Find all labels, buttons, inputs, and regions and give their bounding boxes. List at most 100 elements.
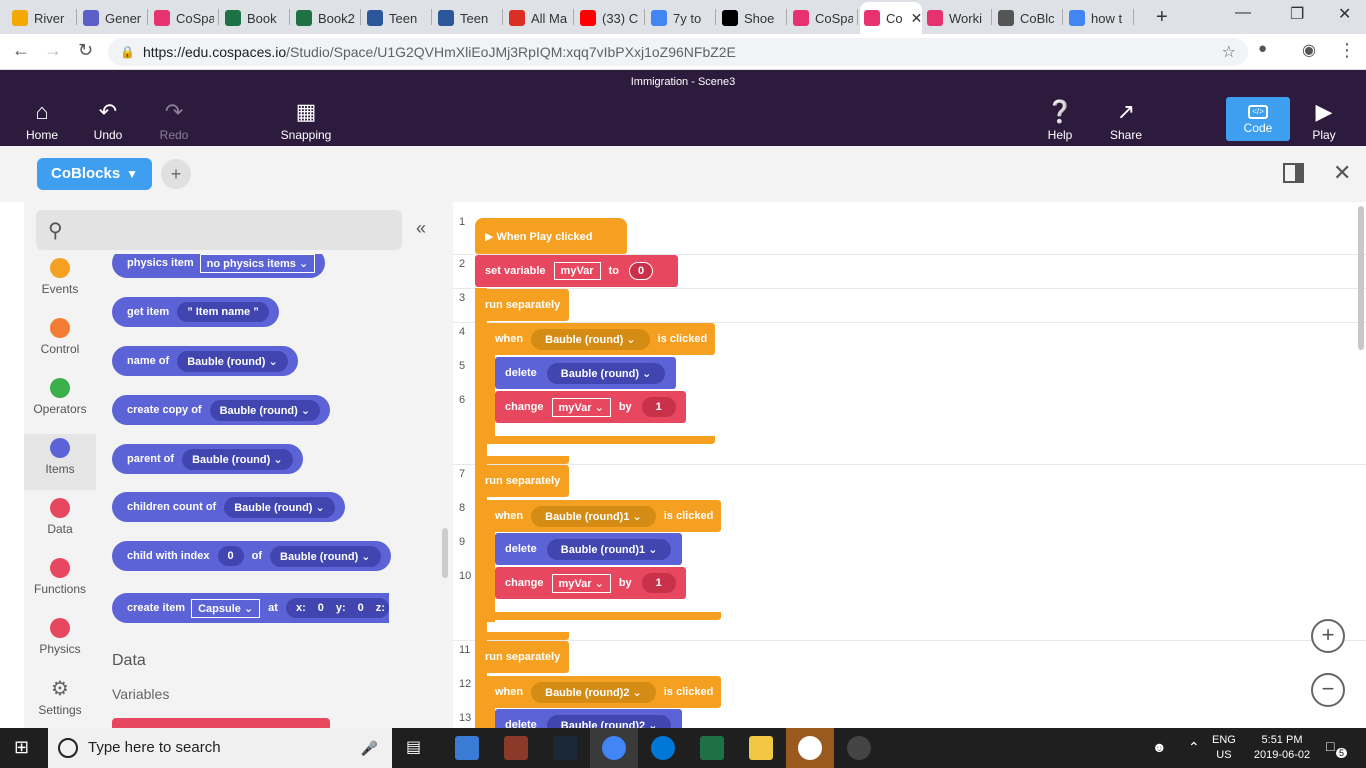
play-button[interactable]: ▶ Play [1294, 100, 1354, 143]
browser-tab[interactable]: 7y to [647, 2, 711, 34]
steam-icon[interactable] [553, 736, 577, 760]
when-play-clicked-block[interactable]: ▶ When Play clicked [475, 218, 627, 254]
browser-tab[interactable]: Worki [923, 2, 987, 34]
item-name-field[interactable]: ” Item name ” [177, 302, 269, 322]
delete-block[interactable]: delete Bauble (round)2 ⌄ [495, 709, 682, 728]
language-indicator[interactable]: ENG US [1212, 733, 1236, 763]
browser-tab[interactable]: CoSpa [150, 2, 214, 34]
browser-tab[interactable]: River [8, 2, 72, 34]
item-type-dropdown[interactable]: Capsule ⌄ [191, 598, 261, 618]
browser-tab[interactable]: how t [1065, 2, 1129, 34]
change-variable-block[interactable]: change myVar ⌄ by 1 [495, 391, 686, 423]
delete-block[interactable]: delete Bauble (round)1 ⌄ [495, 533, 682, 565]
palette-block-variable[interactable] [112, 718, 330, 728]
game-icon[interactable] [504, 736, 528, 760]
file-explorer-icon[interactable] [749, 736, 773, 760]
palette-block-children-count[interactable]: children count of Bauble (round) ⌄ [112, 492, 345, 522]
when-clicked-block[interactable]: when Bauble (round) ⌄ is clicked [485, 323, 715, 355]
menu-dots-icon[interactable]: ⋮ [1338, 40, 1356, 61]
browser-tab[interactable]: Co ✕ [860, 2, 922, 34]
set-variable-block[interactable]: set variable myVar to 0 [475, 255, 678, 287]
palette-block-name-of[interactable]: name of Bauble (round) ⌄ [112, 346, 298, 376]
new-tab-button[interactable]: + [1156, 6, 1168, 29]
collapse-panel-icon[interactable]: « [416, 218, 426, 239]
palette-block-physics-item[interactable]: physics item no physics items ⌄ [112, 254, 326, 278]
microphone-icon[interactable]: 🎤 [361, 728, 378, 768]
split-panel-icon[interactable] [1283, 163, 1304, 183]
close-icon[interactable]: ✕ [1333, 160, 1351, 186]
task-view-icon[interactable]: ▤ [406, 737, 421, 757]
undo-button[interactable]: ↶ Undo [78, 100, 138, 143]
category-control[interactable]: Control [24, 314, 96, 370]
browser-tab[interactable]: Book [221, 2, 285, 34]
redo-button[interactable]: ↷ Redo [144, 100, 204, 143]
category-physics[interactable]: Physics [24, 614, 96, 670]
when-clicked-block[interactable]: when Bauble (round)2 ⌄ is clicked [485, 676, 721, 708]
palette-block-create-copy[interactable]: create copy of Bauble (round) ⌄ [112, 395, 331, 425]
taskbar-search-input[interactable]: Type here to search 🎤 [48, 728, 392, 768]
physics-dropdown[interactable]: no physics items ⌄ [199, 254, 316, 273]
photos-icon[interactable] [847, 736, 871, 760]
browser-tab[interactable]: Book2 [292, 2, 356, 34]
change-variable-block[interactable]: change myVar ⌄ by 1 [495, 567, 686, 599]
item-dropdown[interactable]: Bauble (round) ⌄ [224, 496, 335, 518]
windows-start-icon[interactable]: ⊞ [14, 737, 29, 758]
item-dropdown[interactable]: Bauble (round) ⌄ [531, 328, 650, 350]
home-button[interactable]: ⌂ Home [12, 100, 72, 143]
category-functions[interactable]: Functions [24, 554, 96, 610]
palette-block-get-item[interactable]: get item ” Item name ” [112, 297, 279, 327]
value-field[interactable]: 1 [641, 397, 676, 417]
reload-icon[interactable]: ↻ [78, 40, 93, 61]
chrome-taskbar-item[interactable] [590, 728, 638, 768]
browser-tab[interactable]: Teen [434, 2, 498, 34]
item-dropdown[interactable]: Bauble (round) ⌄ [209, 399, 321, 421]
delete-block[interactable]: delete Bauble (round) ⌄ [495, 357, 676, 389]
restore-button[interactable]: ❐ [1290, 4, 1304, 24]
variable-dropdown[interactable]: myVar ⌄ [551, 397, 611, 417]
code-button[interactable]: </> Code [1226, 97, 1290, 141]
zoom-in-button[interactable]: + [1311, 619, 1345, 653]
index-field[interactable]: 0 [217, 546, 244, 566]
browser-tab[interactable]: Shoe [718, 2, 782, 34]
value-field[interactable]: 1 [641, 573, 676, 593]
run-separately-block[interactable]: run separately [475, 289, 569, 321]
item-dropdown[interactable]: Bauble (round) ⌄ [177, 350, 288, 372]
bookmark-star-icon[interactable]: ☆ [1222, 42, 1236, 62]
onedrive-taskbar-item[interactable] [786, 728, 834, 768]
code-editor[interactable]: 1 2 3 4 5 6 7 8 9 10 11 12 13 ▶ When Play clicked se… [453, 202, 1366, 728]
browser-tab[interactable]: All Ma [505, 2, 569, 34]
browser-tab[interactable]: CoBlc [994, 2, 1058, 34]
cookie-icon[interactable]: ● [1258, 40, 1267, 57]
kodi-icon[interactable] [455, 736, 479, 760]
profile-avatar[interactable]: ◉ [1302, 40, 1316, 60]
close-window-button[interactable]: ✕ [1338, 4, 1351, 24]
value-field[interactable]: 0 [628, 262, 654, 280]
browser-tab[interactable]: Gener [79, 2, 143, 34]
minimize-button[interactable]: — [1235, 4, 1251, 22]
settings-button[interactable]: ⚙ Settings [24, 676, 96, 717]
palette-block-parent-of[interactable]: parent of Bauble (round) ⌄ [112, 444, 303, 474]
excel-icon[interactable] [700, 736, 724, 760]
help-button[interactable]: ❔ Help [1030, 100, 1090, 143]
url-input[interactable]: 🔒 https://edu.cospaces.io/Studio/Space/U… [108, 38, 1248, 66]
category-events[interactable]: Events [24, 254, 96, 310]
item-dropdown[interactable]: Bauble (round)2 ⌄ [546, 714, 672, 728]
item-dropdown[interactable]: Bauble (round)1 ⌄ [531, 505, 656, 527]
x-field[interactable]: 0 [318, 602, 324, 614]
palette-block-create-item[interactable]: create item Capsule ⌄ at x: 0 y: 0 z: [112, 593, 389, 623]
item-dropdown[interactable]: Bauble (round)1 ⌄ [546, 538, 672, 560]
y-field[interactable]: 0 [358, 602, 364, 614]
clock[interactable]: 5:51 PM 2019-06-02 [1252, 733, 1312, 763]
people-icon[interactable]: ☻ [1152, 739, 1167, 755]
snapping-button[interactable]: ▦ Snapping [276, 100, 336, 143]
variable-field[interactable]: myVar [553, 262, 601, 280]
run-separately-block[interactable]: run separately [475, 465, 569, 497]
share-button[interactable]: ↗ Share [1096, 100, 1156, 143]
editor-scrollbar[interactable] [1358, 206, 1364, 350]
item-dropdown[interactable]: Bauble (round) ⌄ [182, 448, 293, 470]
chevron-up-icon[interactable]: ⌃ [1188, 739, 1200, 756]
browser-tab[interactable]: (33) C [576, 2, 640, 34]
run-separately-block[interactable]: run separately [475, 641, 569, 673]
variable-dropdown[interactable]: myVar ⌄ [551, 573, 611, 593]
item-dropdown[interactable]: Bauble (round) ⌄ [270, 545, 381, 567]
